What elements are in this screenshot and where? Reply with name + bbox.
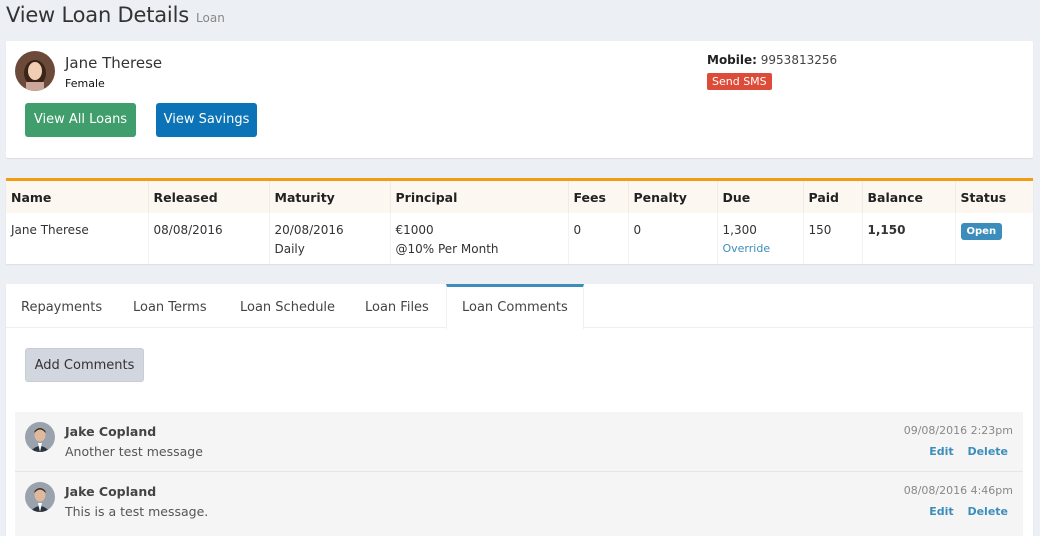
borrower-name: Jane Therese bbox=[65, 54, 163, 72]
maturity-date: 20/08/2016 bbox=[274, 223, 344, 237]
comment-actions: Edit Delete bbox=[919, 445, 1008, 458]
cell-name: Jane Therese bbox=[6, 213, 149, 264]
tab-loan-terms[interactable]: Loan Terms bbox=[118, 284, 222, 328]
tab-repayments[interactable]: Repayments bbox=[6, 284, 117, 328]
edit-comment-link[interactable]: Edit bbox=[929, 505, 953, 518]
view-all-loans-button[interactable]: View All Loans bbox=[25, 103, 136, 137]
edit-comment-link[interactable]: Edit bbox=[929, 445, 953, 458]
borrower-profile-box: Jane Therese Female Mobile: 9953813256 S… bbox=[6, 41, 1033, 158]
borrower-gender: Female bbox=[65, 77, 105, 90]
comment-item: Jake Copland Another test message 09/08/… bbox=[15, 412, 1023, 471]
loan-tabs-box: Repayments Loan Terms Loan Schedule Loan… bbox=[6, 284, 1033, 536]
cell-released: 08/08/2016 bbox=[148, 213, 270, 264]
comment-author: Jake Copland bbox=[65, 424, 157, 439]
comment-author: Jake Copland bbox=[65, 484, 157, 499]
delete-comment-link[interactable]: Delete bbox=[967, 505, 1008, 518]
tab-loan-files[interactable]: Loan Files bbox=[350, 284, 444, 328]
delete-comment-link[interactable]: Delete bbox=[967, 445, 1008, 458]
cell-fees: 0 bbox=[568, 213, 629, 264]
loan-summary-box: Name Released Maturity Principal Fees Pe… bbox=[6, 178, 1033, 264]
override-link[interactable]: Override bbox=[723, 242, 798, 256]
cell-maturity: 20/08/2016 Daily bbox=[269, 213, 391, 264]
col-balance: Balance bbox=[862, 181, 956, 213]
page-subtitle: Loan bbox=[196, 11, 225, 25]
interest-rate: @10% Per Month bbox=[395, 242, 499, 256]
send-sms-button[interactable]: Send SMS bbox=[707, 73, 772, 90]
col-status: Status bbox=[955, 181, 1033, 213]
col-released: Released bbox=[148, 181, 270, 213]
commenter-avatar bbox=[25, 482, 55, 512]
col-fees: Fees bbox=[568, 181, 629, 213]
col-due: Due bbox=[717, 181, 804, 213]
comments-list: Jake Copland Another test message 09/08/… bbox=[15, 412, 1023, 536]
commenter-avatar bbox=[25, 422, 55, 452]
page-header: View Loan Details Loan bbox=[6, 3, 225, 29]
mobile-number: 9953813256 bbox=[760, 53, 838, 67]
col-principal: Principal bbox=[390, 181, 569, 213]
table-row: Jane Therese 08/08/2016 20/08/2016 Daily… bbox=[6, 213, 1033, 264]
tab-nav: Repayments Loan Terms Loan Schedule Loan… bbox=[6, 284, 1033, 329]
comment-timestamp: 09/08/2016 2:23pm bbox=[903, 424, 1013, 437]
comment-timestamp: 08/08/2016 4:46pm bbox=[903, 484, 1013, 497]
cell-due: 1,300 Override bbox=[717, 213, 804, 264]
status-badge: Open bbox=[960, 223, 1003, 240]
cell-balance: 1,150 bbox=[862, 213, 956, 264]
col-name: Name bbox=[6, 181, 149, 213]
borrower-avatar bbox=[15, 51, 55, 91]
table-header-row: Name Released Maturity Principal Fees Pe… bbox=[6, 181, 1033, 213]
due-amount: 1,300 bbox=[722, 223, 757, 237]
col-paid: Paid bbox=[803, 181, 863, 213]
repayment-frequency: Daily bbox=[274, 242, 305, 256]
col-penalty: Penalty bbox=[628, 181, 718, 213]
tab-loan-comments[interactable]: Loan Comments bbox=[446, 284, 584, 329]
comment-text: This is a test message. bbox=[65, 504, 209, 519]
comment-item: Jake Copland This is a test message. 08/… bbox=[15, 471, 1023, 530]
principal-amount: €1000 bbox=[395, 223, 434, 237]
comment-actions: Edit Delete bbox=[919, 505, 1008, 518]
tab-loan-schedule[interactable]: Loan Schedule bbox=[225, 284, 350, 328]
mobile-label: Mobile: bbox=[707, 53, 757, 67]
view-savings-button[interactable]: View Savings bbox=[156, 103, 257, 137]
mobile-info: Mobile: 9953813256 bbox=[707, 53, 837, 67]
comment-text: Another test message bbox=[65, 444, 203, 459]
add-comments-button[interactable]: Add Comments bbox=[25, 348, 144, 382]
cell-principal: €1000 @10% Per Month bbox=[390, 213, 569, 264]
page-title: View Loan Details bbox=[6, 3, 189, 27]
col-maturity: Maturity bbox=[269, 181, 391, 213]
cell-status: Open bbox=[955, 213, 1033, 264]
cell-paid: 150 bbox=[803, 213, 863, 264]
cell-penalty: 0 bbox=[628, 213, 718, 264]
loan-table: Name Released Maturity Principal Fees Pe… bbox=[6, 181, 1033, 264]
